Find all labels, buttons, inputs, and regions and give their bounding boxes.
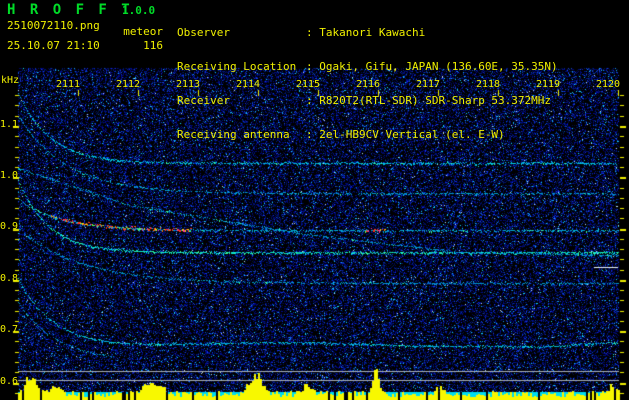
- time-tick-label: 2112: [115, 79, 141, 90]
- time-tick-label: 2120: [595, 79, 621, 90]
- time-tick-label: 2119: [535, 79, 561, 90]
- receiver-value: R820T2(RTL-SDR) SDR-Sharp 53.372MHz: [319, 94, 552, 107]
- time-tick-label: 2111: [55, 79, 81, 90]
- freq-tick-label: 0.8: [0, 273, 19, 284]
- freq-tick-label: 1.1: [0, 119, 19, 130]
- colon: :: [306, 26, 313, 39]
- time-tick-label: 2113: [175, 79, 201, 90]
- observer-row: Observer: Takanori Kawachi: [177, 27, 558, 39]
- time-tick-label: 2116: [355, 79, 381, 90]
- freq-tick-label: 0.6: [0, 376, 19, 387]
- mode-label: meteor: [123, 25, 163, 38]
- receiver-row: Receiver: R820T2(RTL-SDR) SDR-Sharp 53.3…: [177, 95, 558, 107]
- hrofft-window: H R O F F T 1.0.0 2510072110.png meteor …: [0, 0, 629, 400]
- antenna-value: 2el-HB9CV Vertical (el. E-W): [319, 128, 505, 141]
- location-value: Ogaki, Gifu, JAPAN (136.60E, 35.35N): [319, 60, 558, 73]
- freq-tick-label: 0.7: [0, 324, 19, 335]
- time-tick-label: 2115: [295, 79, 321, 90]
- location-row: Receiving Location: Ogaki, Gifu, JAPAN (…: [177, 61, 558, 73]
- time-tick-label: 2114: [235, 79, 261, 90]
- datetime-label: 25.10.07 21:10: [7, 39, 100, 52]
- time-tick-label: 2117: [415, 79, 441, 90]
- colon: :: [306, 128, 313, 141]
- freq-tick-label: 0.9: [0, 221, 19, 232]
- observer-label: Observer: [177, 26, 230, 39]
- location-label: Receiving Location: [177, 60, 297, 73]
- output-filename: 2510072110.png: [7, 19, 100, 32]
- receiver-label: Receiver: [177, 94, 230, 107]
- observer-value: Takanori Kawachi: [319, 26, 426, 39]
- app-title: H R O F F T: [7, 2, 133, 18]
- app-version: 1.0.0: [122, 4, 156, 17]
- antenna-label: Receiving antenna: [177, 128, 290, 141]
- freq-tick-label: 1.0: [0, 170, 19, 181]
- colon: :: [306, 94, 313, 107]
- time-tick-label: 2118: [475, 79, 501, 90]
- freq-axis-unit: kHz: [1, 75, 20, 86]
- colon: :: [306, 60, 313, 73]
- antenna-row: Receiving antenna: 2el-HB9CV Vertical (e…: [177, 129, 558, 141]
- echo-count: 116: [143, 39, 163, 52]
